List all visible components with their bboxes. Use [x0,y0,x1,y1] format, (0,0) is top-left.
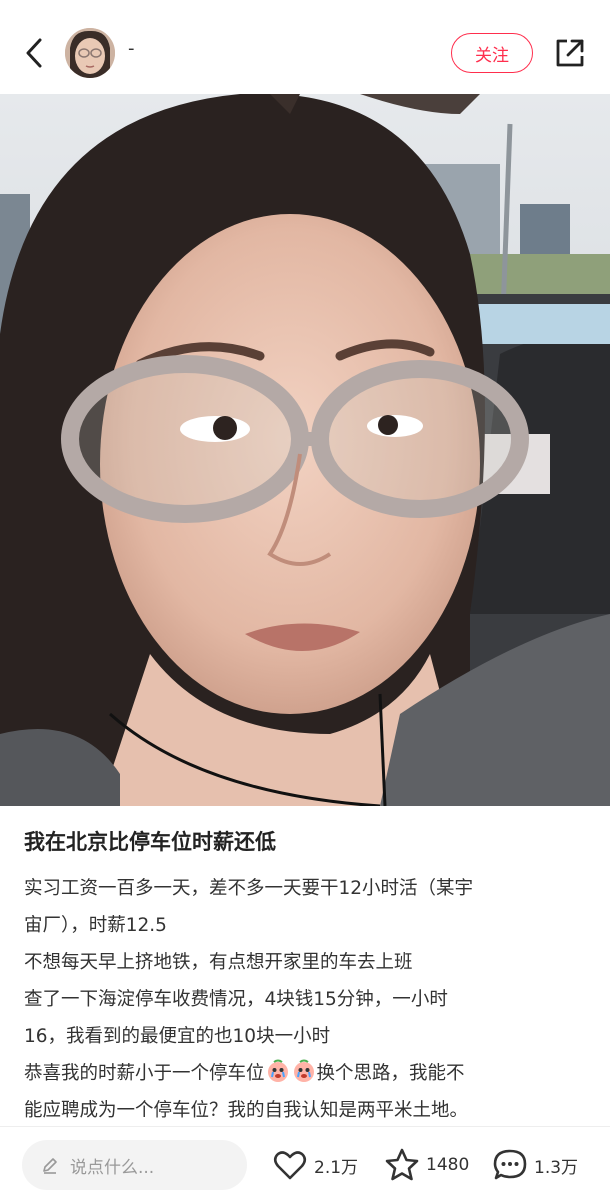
comment-input[interactable]: 说点什么... [22,1140,247,1190]
star-icon [385,1148,419,1181]
comment-button[interactable]: 1.3万 [492,1145,578,1185]
post-line: 查了一下海淀停车收费情况，4块钱15分钟，一小时 [24,989,448,1010]
avatar[interactable] [65,28,115,78]
like-count: 2.1万 [314,1157,359,1178]
crying-face-emoji-icon [293,1059,314,1082]
post-line: 不想每天早上挤地铁，有点想开家里的车去上班 [24,952,413,973]
post-photo[interactable] [0,94,610,806]
pen-icon [43,1158,57,1174]
post-line: 能应聘成为一个停车位？我的自我认知是两平米土地。 [24,1100,469,1121]
post-line: 实习工资一百多一天，差不多一天要干12小时活（某宇 [24,878,474,899]
favorite-count: 1480 [426,1155,470,1175]
post-line: 恭喜我的时薪小于一个停车位 换个思路，我能不 [24,1055,590,1092]
crying-face-emoji-icon [267,1059,288,1082]
post-line: 宙厂），时薪12.5 [24,915,167,936]
comment-count: 1.3万 [534,1157,579,1178]
avatar-image [65,28,115,78]
chevron-left-icon [26,38,42,68]
post-body: 实习工资一百多一天，差不多一天要干12小时活（某宇 宙厂），时薪12.5 不想每… [24,870,590,1129]
post-line: 16，我看到的最便宜的也10块一小时 [24,1026,331,1047]
post-line-text: 换个思路，我能不 [316,1063,465,1084]
selfie-image [0,94,610,806]
share-icon [556,39,584,67]
post-title: 我在北京比停车位时薪还低 [24,830,276,854]
comment-bubble-icon [493,1149,527,1180]
post-content: 我在北京比停车位时薪还低 实习工资一百多一天，差不多一天要干12小时活（某宇 宙… [24,820,590,1129]
back-button[interactable] [20,36,50,70]
favorite-button[interactable]: 1480 [384,1145,469,1185]
bottom-bar: 说点什么... 2.1万 1480 1.3万 [0,1126,610,1200]
comment-placeholder: 说点什么... [70,1157,155,1178]
post-line-text: 恭喜我的时薪小于一个停车位 [24,1063,265,1084]
share-button[interactable] [553,36,587,70]
like-button[interactable]: 2.1万 [272,1145,358,1185]
heart-icon [273,1151,307,1180]
follow-button[interactable]: 关注 [451,33,533,73]
username[interactable]: - [128,38,135,59]
top-bar: - 关注 [0,0,610,94]
